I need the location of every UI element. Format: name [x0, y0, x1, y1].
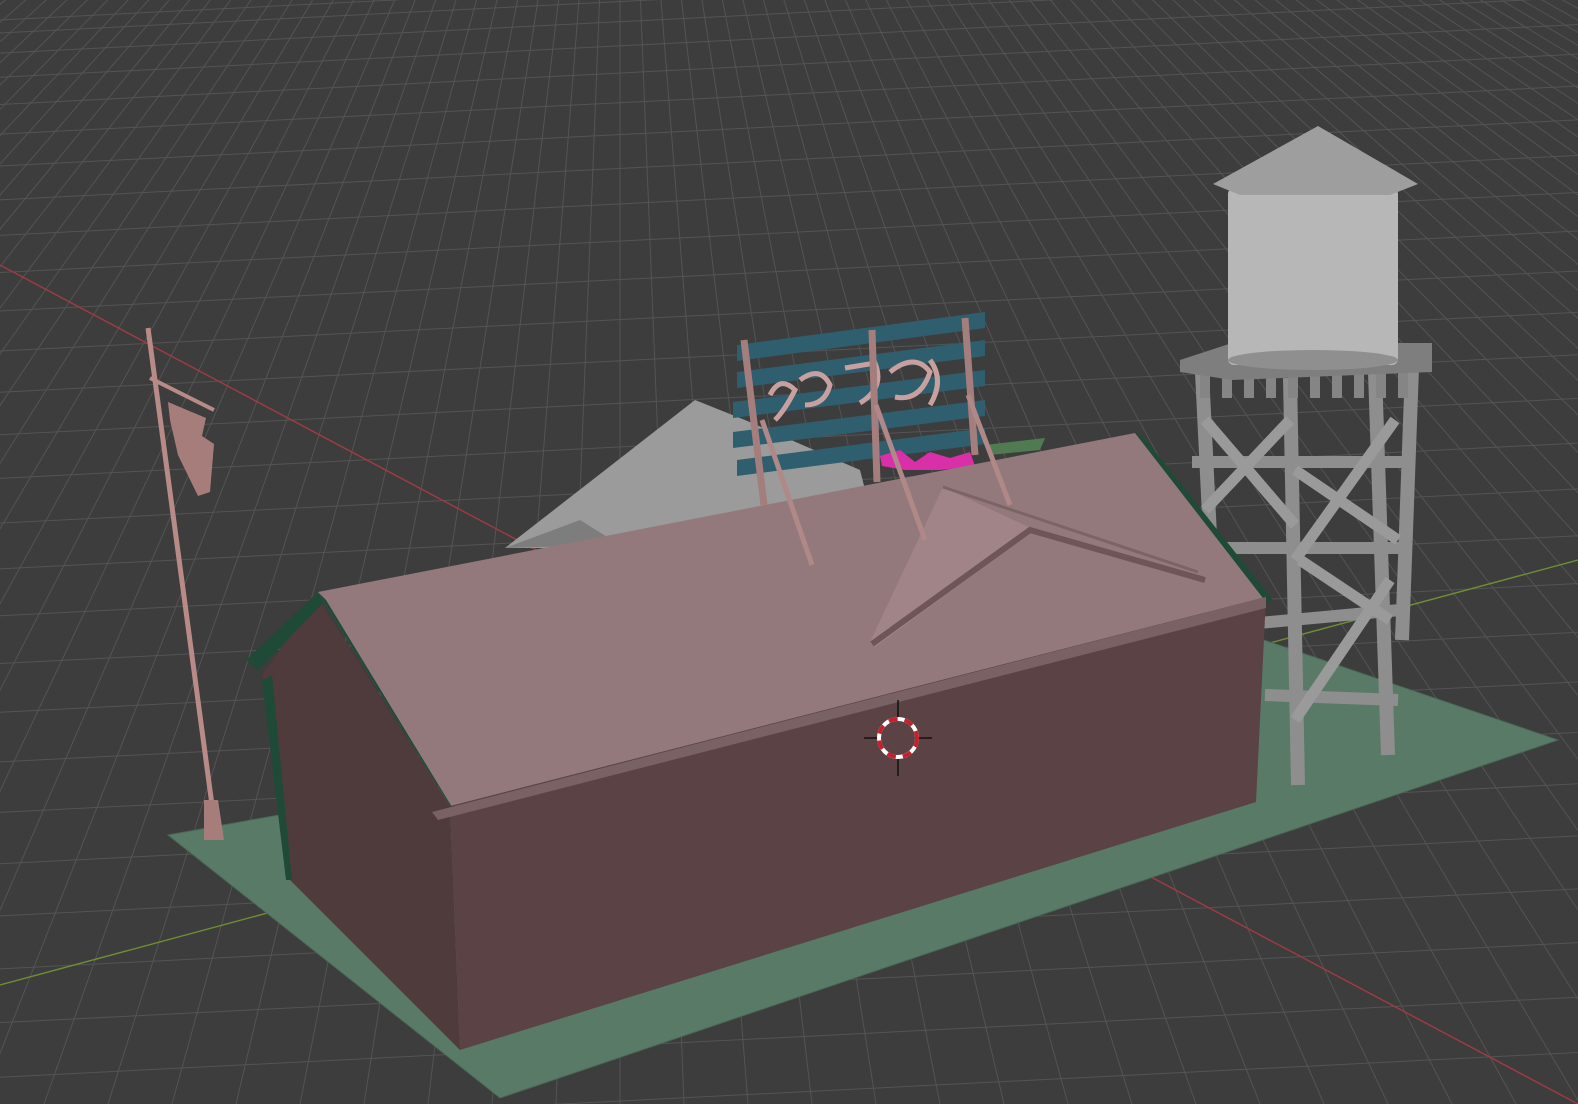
tower-leg: [1395, 367, 1419, 641]
tower-joist: [1354, 372, 1364, 398]
tower-joist: [1376, 372, 1386, 398]
water-tank-base: [1228, 350, 1398, 370]
tower-joist: [1398, 372, 1408, 398]
tower-rail: [1264, 689, 1399, 706]
3d-viewport[interactable]: [0, 0, 1578, 1104]
viewport-canvas[interactable]: [0, 0, 1578, 1104]
tower-leg: [1283, 377, 1305, 786]
water-tank[interactable]: [1228, 188, 1398, 365]
